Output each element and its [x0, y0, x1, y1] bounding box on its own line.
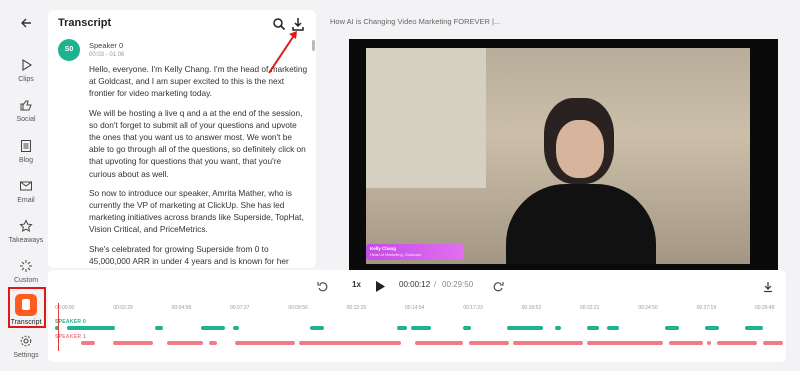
mail-icon	[20, 181, 32, 191]
sidebar-item-clips[interactable]: Clips	[0, 58, 52, 83]
transcript-paragraph[interactable]: We will be hosting a live q and a at the…	[89, 107, 308, 180]
video-frame: Kelly Chang Head of Marketing, Goldcast	[366, 48, 750, 264]
sidebar-item-custom[interactable]: Custom	[0, 259, 52, 284]
track-label-speaker-0: SPEAKER 0	[55, 319, 87, 325]
speaker-0-track[interactable]	[55, 326, 783, 330]
speech-segment[interactable]	[167, 341, 203, 345]
sidebar-item-social[interactable]: Social	[0, 98, 52, 123]
timeline-tick-label: 00:17:23	[463, 305, 483, 311]
panel-title: Transcript	[58, 17, 112, 29]
timeline-tick-label: 00:14:54	[405, 305, 425, 311]
star-icon	[19, 219, 33, 232]
speech-segment[interactable]	[607, 326, 619, 330]
speech-segment[interactable]	[717, 341, 757, 345]
lower-third: Kelly Chang Head of Marketing, Goldcast	[366, 244, 464, 260]
speech-segment[interactable]	[555, 326, 561, 330]
sidebar-item-email[interactable]: Email	[0, 179, 52, 204]
speech-segment[interactable]	[233, 326, 239, 330]
timeline-tick-label: 00:19:52	[521, 305, 542, 311]
sidebar-item-label: Email	[17, 197, 35, 204]
speaker-name[interactable]: Speaker 0	[89, 41, 123, 50]
transcript-paragraph[interactable]: She's celebrated for growing Superside f…	[89, 243, 308, 267]
sparkle-icon	[20, 260, 32, 272]
speech-segment[interactable]	[513, 341, 583, 345]
timeline-tick-label: 00:02:29	[113, 305, 133, 311]
timeline-tick-label: 00:24:50	[638, 305, 658, 311]
speech-segment[interactable]	[705, 326, 719, 330]
speech-segment[interactable]	[235, 341, 295, 345]
thumbs-up-icon	[20, 100, 32, 111]
speech-segment[interactable]	[707, 341, 711, 345]
sidebar-item-label: Clips	[18, 76, 34, 83]
sidebar-item-label: Settings	[13, 352, 39, 359]
back-arrow-icon[interactable]	[19, 15, 35, 31]
timeline-tick-label: 00:04:58	[171, 305, 192, 311]
speech-segment[interactable]	[469, 341, 509, 345]
speaker-timestamp: 00:03 - 01:06	[89, 52, 125, 58]
sidebar-item-blog[interactable]: Blog	[0, 139, 52, 164]
timeline-tick-label: 00:12:25	[346, 305, 367, 311]
transcript-paragraph[interactable]: So now to introduce our speaker, Amrita …	[89, 187, 308, 236]
total-time: 00:29:50	[442, 280, 474, 289]
playhead[interactable]	[58, 303, 59, 351]
current-time: 00:00:12	[399, 280, 431, 289]
speech-segment[interactable]	[463, 326, 471, 330]
annotation-arrow-icon	[268, 31, 297, 74]
speech-segment[interactable]	[67, 326, 115, 330]
speech-segment[interactable]	[415, 341, 463, 345]
speech-segment[interactable]	[745, 326, 763, 330]
lower-third-name: Kelly Chang	[370, 246, 397, 251]
speech-segment[interactable]	[669, 341, 703, 345]
speed-button[interactable]: 1x	[352, 280, 361, 289]
highlight-box	[8, 287, 46, 328]
speech-segment[interactable]	[209, 341, 217, 345]
speech-segment[interactable]	[587, 326, 599, 330]
video-title: How AI is Changing Video Marketing FOREV…	[330, 17, 501, 26]
sidebar-item-label: Social	[16, 116, 36, 123]
speech-segment[interactable]	[155, 326, 163, 330]
play-icon	[22, 59, 33, 71]
forward-icon[interactable]	[492, 281, 504, 293]
speech-segment[interactable]	[411, 326, 431, 330]
timeline-tick-label: 00:07:27	[230, 305, 250, 311]
rewind-icon[interactable]	[317, 281, 329, 293]
timeline-tick-label: 00:27:19	[696, 305, 717, 311]
speech-segment[interactable]	[299, 341, 401, 345]
timeline-tick-label: 00:09:56	[288, 305, 308, 311]
video-background	[366, 48, 486, 188]
video-speaker-body	[506, 184, 656, 264]
timeline-tick-label: 00:29:48	[755, 305, 775, 311]
speech-segment[interactable]	[507, 326, 543, 330]
speech-segment[interactable]	[763, 341, 783, 345]
sidebar-item-label: Custom	[13, 277, 39, 284]
document-icon	[21, 140, 31, 152]
time-separator: /	[434, 280, 437, 289]
speech-segment[interactable]	[81, 341, 95, 345]
speech-segment[interactable]	[310, 326, 324, 330]
sidebar-item-label: Blog	[18, 157, 33, 164]
lower-third-role: Head of Marketing, Goldcast	[370, 252, 421, 257]
track-label-speaker-1: SPEAKER 1	[55, 334, 87, 340]
video-speaker-face	[556, 120, 604, 178]
gear-icon	[20, 335, 32, 347]
speech-segment[interactable]	[665, 326, 679, 330]
speaker-1-track[interactable]	[55, 341, 783, 345]
speech-segment[interactable]	[587, 341, 663, 345]
sidebar-item-takeaways[interactable]: Takeaways	[0, 219, 52, 244]
speech-segment[interactable]	[397, 326, 407, 330]
sidebar-item-settings[interactable]: Settings	[0, 334, 52, 359]
play-button-icon[interactable]	[374, 280, 386, 293]
timeline-tick-label: 00:22:21	[580, 305, 600, 311]
speech-segment[interactable]	[201, 326, 225, 330]
sidebar-item-label: Takeaways	[8, 237, 44, 244]
export-icon[interactable]	[762, 281, 774, 293]
transcript-scrollbar[interactable]	[312, 40, 315, 51]
speech-segment[interactable]	[113, 341, 153, 345]
transcript-text[interactable]: Hello, everyone. I'm Kelly Chang. I'm th…	[89, 63, 308, 268]
speaker-avatar: S0	[58, 39, 80, 61]
